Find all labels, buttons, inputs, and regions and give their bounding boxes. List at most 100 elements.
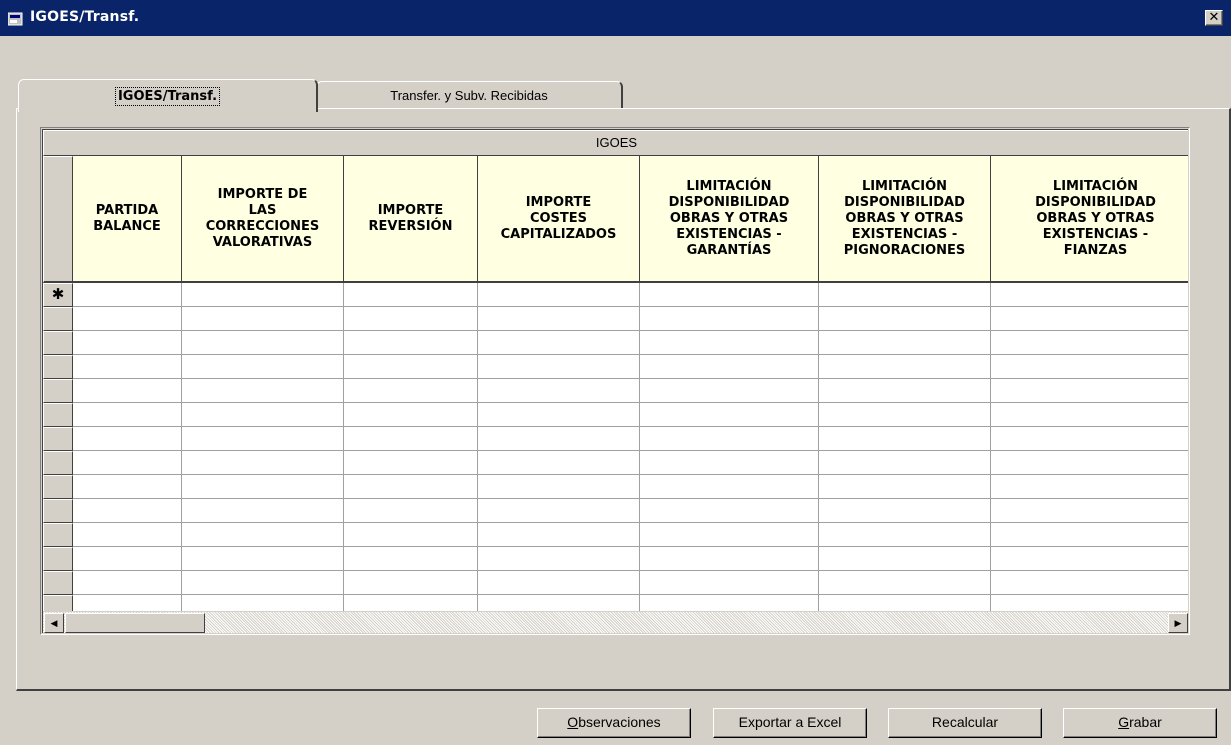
row-selector[interactable] (43, 523, 73, 547)
observaciones-button[interactable]: Observaciones (537, 708, 691, 738)
table-cell[interactable] (182, 523, 344, 547)
tab-igoes-transf[interactable]: IGOES/Transf. (18, 79, 318, 112)
table-cell[interactable] (478, 523, 640, 547)
table-cell[interactable] (991, 475, 1188, 499)
table-row[interactable] (43, 547, 1188, 571)
row-selector[interactable] (43, 451, 73, 475)
table-cell[interactable] (640, 331, 819, 355)
table-cell[interactable] (344, 499, 478, 523)
table-cell[interactable] (478, 379, 640, 403)
row-selector[interactable] (43, 427, 73, 451)
table-cell[interactable] (73, 283, 182, 307)
table-cell[interactable] (344, 427, 478, 451)
table-cell[interactable] (182, 499, 344, 523)
table-cell[interactable] (991, 307, 1188, 331)
table-cell[interactable] (344, 547, 478, 571)
horizontal-scrollbar[interactable]: ◀ ▶ (43, 611, 1188, 633)
table-cell[interactable] (182, 571, 344, 595)
row-selector[interactable] (43, 355, 73, 379)
table-cell[interactable] (991, 499, 1188, 523)
table-cell[interactable] (819, 547, 991, 571)
scroll-left-button[interactable]: ◀ (44, 613, 64, 633)
table-cell[interactable] (344, 475, 478, 499)
table-row[interactable] (43, 475, 1188, 499)
row-selector[interactable] (43, 403, 73, 427)
table-cell[interactable] (73, 547, 182, 571)
table-cell[interactable] (991, 403, 1188, 427)
table-row[interactable] (43, 523, 1188, 547)
table-cell[interactable] (640, 427, 819, 451)
scroll-thumb[interactable] (65, 613, 205, 633)
table-cell[interactable] (640, 379, 819, 403)
row-selector[interactable] (43, 475, 73, 499)
row-selector[interactable] (43, 307, 73, 331)
table-cell[interactable] (182, 331, 344, 355)
scroll-right-button[interactable]: ▶ (1168, 613, 1188, 633)
table-row[interactable] (43, 403, 1188, 427)
table-cell[interactable] (344, 403, 478, 427)
table-cell[interactable] (73, 427, 182, 451)
table-cell[interactable] (819, 475, 991, 499)
table-cell[interactable] (640, 403, 819, 427)
table-cell[interactable] (182, 547, 344, 571)
column-header[interactable]: IMPORTE COSTES CAPITALIZADOS (478, 156, 640, 283)
table-cell[interactable] (182, 307, 344, 331)
column-header[interactable]: LIMITACIÓN DISPONIBILIDAD OBRAS Y OTRAS … (819, 156, 991, 283)
table-cell[interactable] (73, 331, 182, 355)
column-header[interactable]: LIMITACIÓN DISPONIBILIDAD OBRAS Y OTRAS … (991, 156, 1188, 283)
row-selector[interactable] (43, 331, 73, 355)
table-cell[interactable] (819, 379, 991, 403)
table-cell[interactable] (182, 379, 344, 403)
row-selector[interactable] (43, 499, 73, 523)
table-cell[interactable] (819, 451, 991, 475)
grabar-button[interactable]: Grabar (1063, 708, 1217, 738)
table-cell[interactable] (344, 331, 478, 355)
table-cell[interactable] (182, 475, 344, 499)
table-row[interactable] (43, 307, 1188, 331)
export-excel-button[interactable]: Exportar a Excel (713, 708, 867, 738)
table-cell[interactable] (182, 355, 344, 379)
table-cell[interactable] (819, 571, 991, 595)
table-cell[interactable] (73, 307, 182, 331)
column-header[interactable]: LIMITACIÓN DISPONIBILIDAD OBRAS Y OTRAS … (640, 156, 819, 283)
table-cell[interactable] (182, 451, 344, 475)
table-cell[interactable] (640, 523, 819, 547)
table-cell[interactable] (344, 379, 478, 403)
table-cell[interactable] (640, 307, 819, 331)
table-cell[interactable] (478, 283, 640, 307)
table-cell[interactable] (478, 403, 640, 427)
table-row[interactable] (43, 331, 1188, 355)
table-cell[interactable] (478, 427, 640, 451)
table-cell[interactable] (991, 355, 1188, 379)
table-cell[interactable] (640, 355, 819, 379)
table-cell[interactable] (991, 331, 1188, 355)
table-cell[interactable] (991, 547, 1188, 571)
table-cell[interactable] (819, 307, 991, 331)
table-cell[interactable] (819, 523, 991, 547)
table-cell[interactable] (991, 523, 1188, 547)
table-cell[interactable] (73, 499, 182, 523)
table-cell[interactable] (73, 475, 182, 499)
table-cell[interactable] (991, 571, 1188, 595)
table-row[interactable] (43, 499, 1188, 523)
column-header[interactable]: PARTIDA BALANCE (73, 156, 182, 283)
table-cell[interactable] (640, 547, 819, 571)
table-cell[interactable] (344, 451, 478, 475)
table-row[interactable] (43, 451, 1188, 475)
table-row[interactable] (43, 379, 1188, 403)
table-cell[interactable] (344, 283, 478, 307)
table-cell[interactable] (640, 451, 819, 475)
table-cell[interactable] (478, 331, 640, 355)
row-selector[interactable] (43, 547, 73, 571)
table-cell[interactable] (344, 355, 478, 379)
row-selector[interactable] (43, 379, 73, 403)
table-cell[interactable] (344, 571, 478, 595)
table-cell[interactable] (819, 403, 991, 427)
data-grid[interactable]: IGOES PARTIDA BALANCE IMPORTE DE LAS CORR… (40, 127, 1190, 635)
table-cell[interactable] (819, 427, 991, 451)
table-row[interactable] (43, 427, 1188, 451)
column-header[interactable]: IMPORTE DE LAS CORRECCIONES VALORATIVAS (182, 156, 344, 283)
table-cell[interactable] (478, 307, 640, 331)
close-button[interactable]: ✕ (1205, 10, 1223, 26)
table-cell[interactable] (640, 283, 819, 307)
